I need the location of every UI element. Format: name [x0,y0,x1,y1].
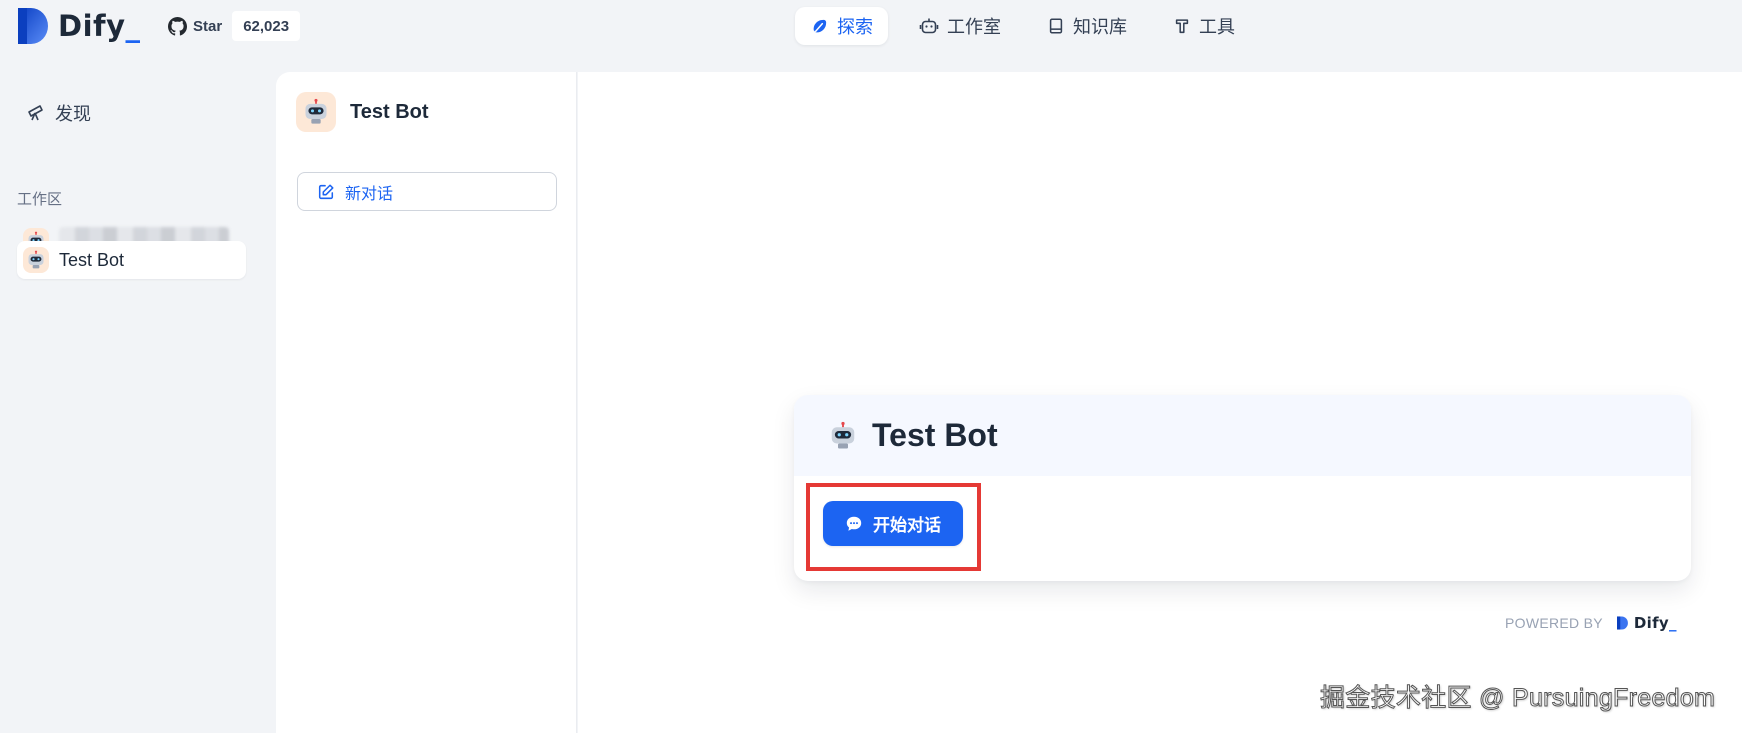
robot-emoji-icon [305,98,327,124]
chat-bubble-icon [846,516,862,531]
nav-studio[interactable]: 工作室 [904,7,1016,45]
github-star-label: Star [193,17,223,35]
conversation-bot-name: Test Bot [350,100,429,123]
github-star-count[interactable]: 62,023 [232,11,301,41]
nav-explore-label: 探索 [837,17,873,37]
new-chat-label: 新对话 [345,185,394,203]
welcome-card-header: Test Bot [794,395,1691,476]
sidebar-item-discover[interactable]: 发现 [26,100,91,126]
conversation-panel: Test Bot 新对话 [276,72,577,733]
top-header: Dify_ Star 62,023 探索 工作室 知识库 工具 [0,0,1742,56]
start-chat-label: 开始对话 [873,516,941,535]
powered-by-label: POWERED BY [1505,615,1603,631]
sidebar-discover-label: 发现 [55,104,91,124]
powered-by-dify-logo[interactable]: Dify_ [1616,614,1677,632]
explore-icon [813,19,827,32]
hammer-icon [1175,19,1189,34]
bot-avatar [296,92,336,132]
dify-logo-icon [18,8,48,44]
start-chat-button[interactable]: 开始对话 [823,501,963,546]
github-star-widget[interactable]: Star 62,023 [168,11,301,41]
nav-knowledge-label: 知识库 [1073,17,1127,37]
chat-main-area: Test Bot 开始对话 POWERED BY Dify_ [578,72,1742,733]
github-icon [168,16,187,36]
nav-tools-label: 工具 [1199,17,1235,37]
edit-icon [318,183,334,199]
github-star-button[interactable]: Star [168,11,232,41]
watermark-text: 掘金技术社区 @ PursuingFreedom [1319,684,1716,713]
robot-emoji-icon [28,250,44,269]
sidebar-item-test-bot[interactable]: Test Bot [17,241,246,279]
robot-icon [919,18,939,34]
powered-by-brand: Dify_ [1633,614,1677,632]
telescope-icon [28,105,43,121]
workspace-section-label: 工作区 [17,191,63,208]
dify-logo[interactable]: Dify_ [18,8,141,44]
nav-knowledge[interactable]: 知识库 [1032,7,1142,45]
welcome-card: Test Bot 开始对话 [794,395,1691,581]
welcome-bot-name: Test Bot [872,417,998,453]
powered-by-footer: POWERED BY Dify_ [1505,614,1677,632]
conversation-panel-header: Test Bot [296,92,429,132]
bot-avatar [23,247,49,273]
sidebar-item-label: Test Bot [59,249,125,270]
book-icon [1049,18,1063,34]
robot-emoji-icon [831,421,855,448]
nav-studio-label: 工作室 [947,17,1001,37]
dify-logo-text: Dify_ [58,9,141,43]
new-chat-button[interactable]: 新对话 [297,172,557,211]
dify-logo-icon [1616,616,1628,630]
nav-tools[interactable]: 工具 [1158,7,1250,45]
main-nav: 探索 工作室 知识库 工具 [795,7,1266,45]
nav-explore[interactable]: 探索 [795,7,888,45]
explore-sidebar: 发现 工作区 Test Bot [0,64,276,733]
